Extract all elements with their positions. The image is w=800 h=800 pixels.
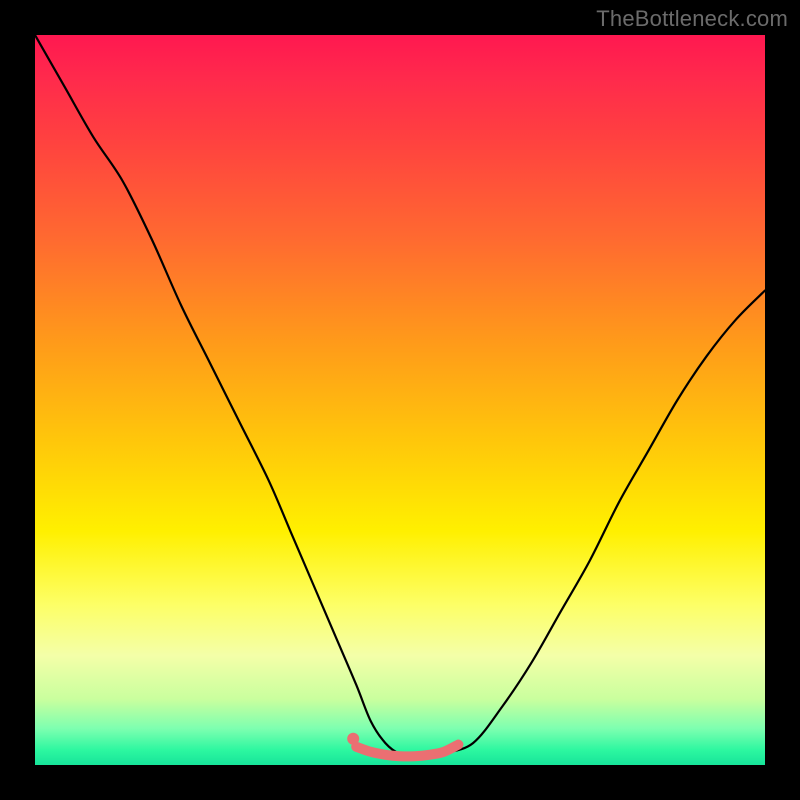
sweet-spot-band-path [356, 745, 458, 757]
watermark-text: TheBottleneck.com [596, 6, 788, 32]
sweet-spot-start-dot [347, 733, 359, 745]
curve-svg [35, 35, 765, 765]
bottleneck-curve-path [35, 35, 765, 757]
plot-area [35, 35, 765, 765]
chart-frame: TheBottleneck.com [0, 0, 800, 800]
